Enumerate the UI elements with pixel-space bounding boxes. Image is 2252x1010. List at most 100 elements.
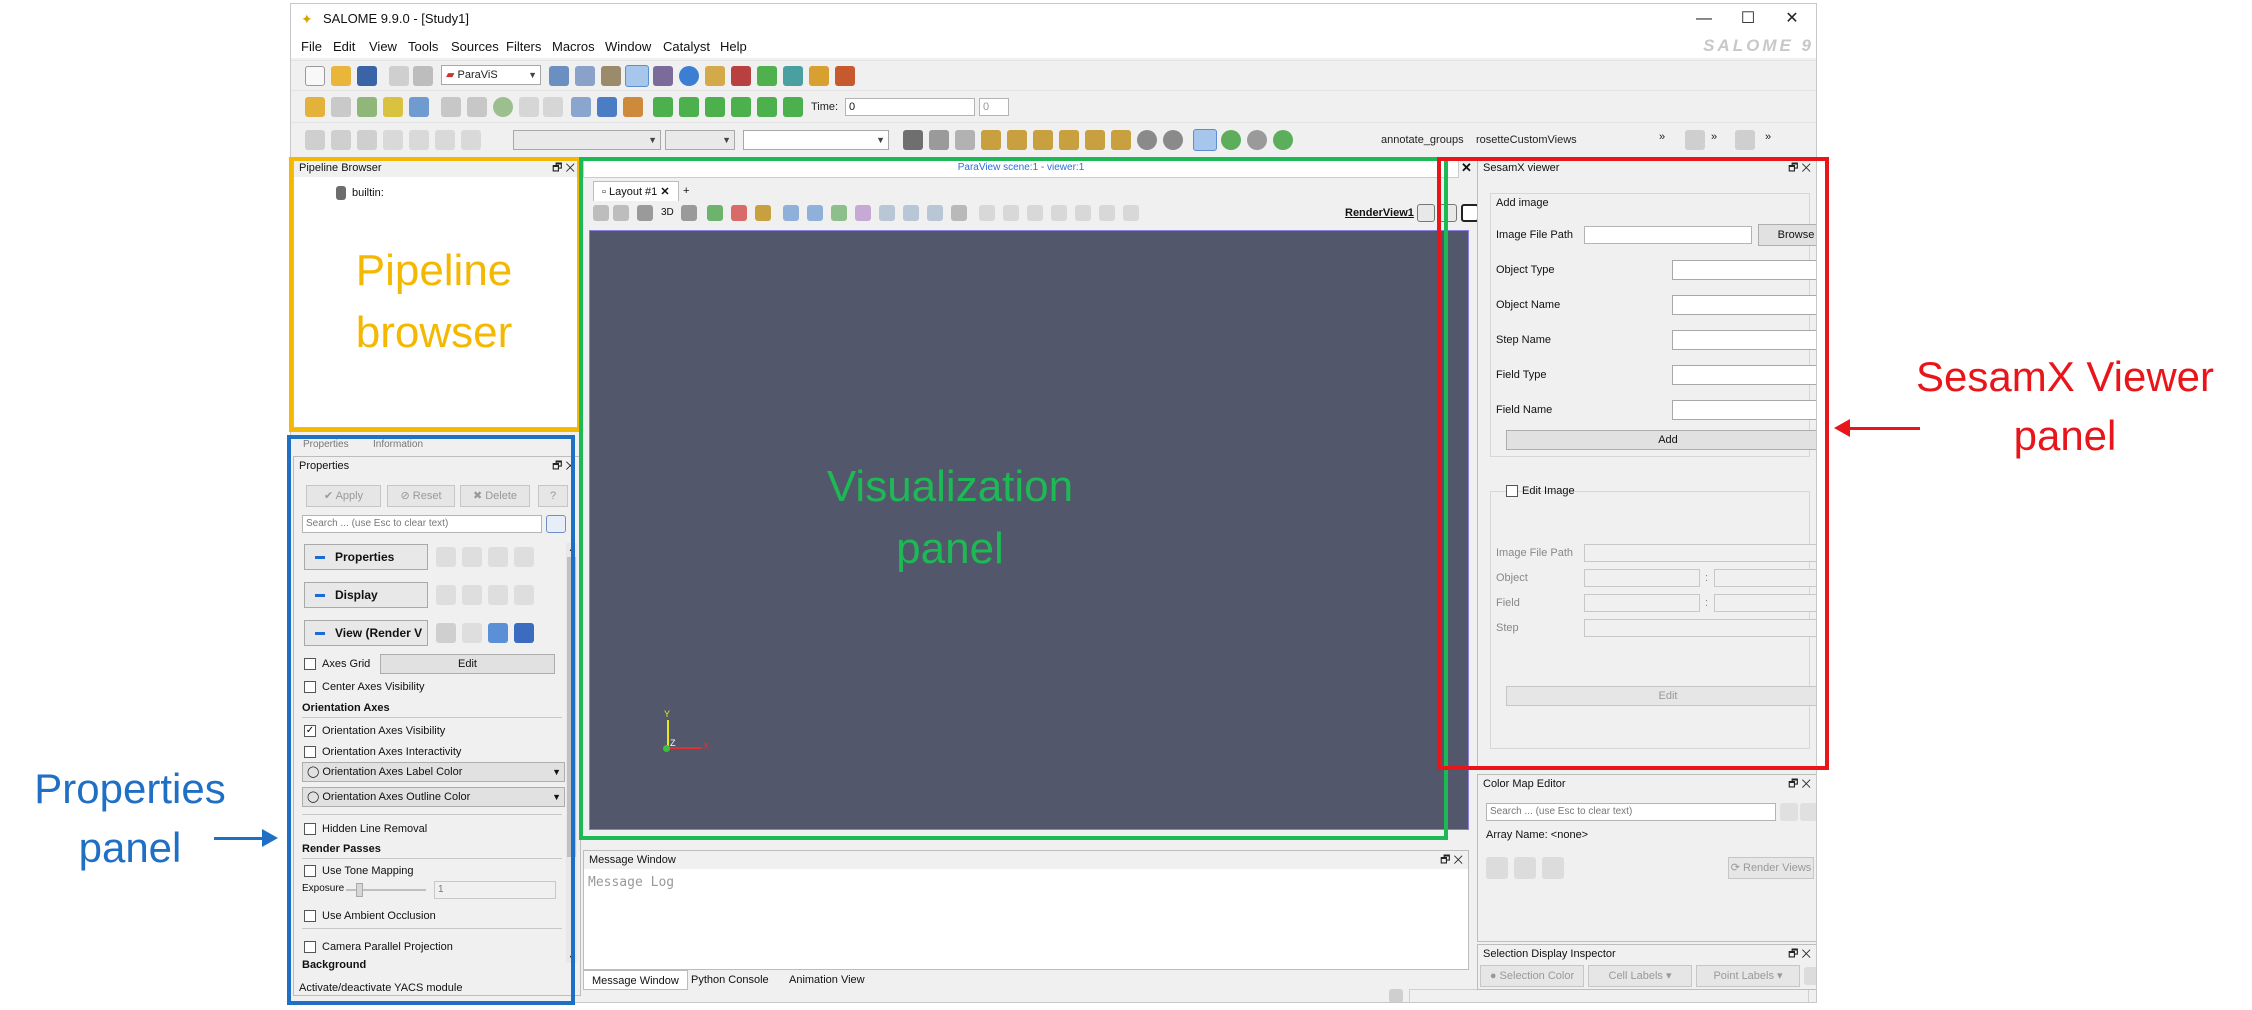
tool-icon[interactable]	[305, 130, 325, 150]
menu-macros[interactable]: Macros	[552, 39, 595, 54]
colormap-search-input[interactable]: Search ... (use Esc to clear text)	[1486, 803, 1776, 821]
rescale-icon[interactable]	[1514, 857, 1536, 879]
menu-catalyst[interactable]: Catalyst	[663, 39, 710, 54]
play-icon[interactable]	[705, 97, 725, 117]
float-icon[interactable]: 🗗	[1440, 854, 1450, 866]
representation-combo[interactable]: ▼	[743, 130, 889, 150]
module-icon[interactable]	[653, 66, 673, 86]
view-minus-y-icon[interactable]	[1059, 130, 1079, 150]
save-icon[interactable]	[357, 66, 377, 86]
variable-combo[interactable]: ▼	[513, 130, 661, 150]
camera-redo-icon[interactable]	[597, 97, 617, 117]
palette-icon[interactable]	[623, 97, 643, 117]
view-minus-z-icon[interactable]	[1111, 130, 1131, 150]
module-icon[interactable]	[705, 66, 725, 86]
close-icon[interactable]: ✕	[1453, 854, 1463, 866]
menu-file[interactable]: File	[301, 39, 322, 54]
reset-camera-icon[interactable]	[903, 130, 923, 150]
render-views-button[interactable]: ⟳ Render Views	[1728, 857, 1814, 879]
time-input[interactable]: 0	[845, 98, 975, 116]
view-plus-x-icon[interactable]	[981, 130, 1001, 150]
tab-message-window[interactable]: Message Window	[583, 970, 688, 990]
first-frame-icon[interactable]	[653, 97, 673, 117]
disconnect-icon[interactable]	[409, 97, 429, 117]
chevron-right-icon[interactable]: »	[1765, 131, 1771, 143]
float-icon[interactable]: 🗗	[1788, 948, 1798, 960]
menu-edit[interactable]: Edit	[333, 39, 355, 54]
refresh-icon[interactable]	[1273, 130, 1293, 150]
tool-icon[interactable]	[1735, 130, 1755, 150]
component-combo[interactable]: ▼	[665, 130, 735, 150]
refresh-icon[interactable]	[1247, 130, 1267, 150]
close-icon[interactable]: ✕	[1801, 778, 1811, 790]
module-icon[interactable]	[783, 66, 803, 86]
module-icon[interactable]	[809, 66, 829, 86]
tool-icon[interactable]	[409, 130, 429, 150]
interaction-mode-icon[interactable]	[1193, 129, 1217, 151]
module-icon[interactable]	[835, 66, 855, 86]
tool-icon[interactable]	[357, 130, 377, 150]
abort-icon[interactable]	[1389, 989, 1403, 1002]
macro-icon[interactable]	[467, 97, 487, 117]
rotate-icon[interactable]	[1137, 130, 1157, 150]
rotate-icon[interactable]	[1163, 130, 1183, 150]
camera-undo-icon[interactable]	[571, 97, 591, 117]
previous-frame-icon[interactable]	[679, 97, 699, 117]
close-icon[interactable]: ✕	[1770, 6, 1814, 32]
annotate-groups-button[interactable]: annotate_groups	[1381, 134, 1464, 146]
rosette-custom-views-button[interactable]: rosetteCustomViews	[1476, 134, 1577, 146]
undo-icon[interactable]	[519, 97, 539, 117]
menu-help[interactable]: Help	[720, 39, 747, 54]
tool-icon[interactable]	[435, 130, 455, 150]
connect-icon[interactable]	[383, 97, 403, 117]
globe-icon[interactable]	[679, 66, 699, 86]
selection-color-button[interactable]: ● Selection Color	[1480, 965, 1584, 987]
cell-labels-button[interactable]: Cell Labels ▾	[1588, 965, 1692, 987]
timer-icon[interactable]	[493, 97, 513, 117]
module-icon[interactable]	[575, 66, 595, 86]
dump-view-icon[interactable]	[549, 66, 569, 86]
last-frame-icon[interactable]	[757, 97, 777, 117]
new-document-icon[interactable]	[305, 66, 325, 86]
close-icon[interactable]: ✕	[1801, 948, 1811, 960]
tab-animation-view[interactable]: Animation View	[781, 970, 873, 990]
view-plus-y-icon[interactable]	[1033, 130, 1053, 150]
refresh-icon[interactable]	[1221, 130, 1241, 150]
paste-icon[interactable]	[413, 66, 433, 86]
menu-filters[interactable]: Filters	[506, 39, 541, 54]
gear-icon[interactable]	[1780, 803, 1798, 821]
tool-icon[interactable]	[331, 130, 351, 150]
rescale-icon[interactable]	[1542, 857, 1564, 879]
menu-window[interactable]: Window	[605, 39, 651, 54]
macro-icon[interactable]	[441, 97, 461, 117]
menu-tools[interactable]: Tools	[408, 39, 438, 54]
tool-icon[interactable]	[461, 130, 481, 150]
tool-icon[interactable]	[383, 130, 403, 150]
zoom-box-icon[interactable]	[955, 130, 975, 150]
view-plus-z-icon[interactable]	[1085, 130, 1105, 150]
zoom-data-icon[interactable]	[929, 130, 949, 150]
module-combo[interactable]: ▰ ParaViS ▼	[441, 65, 541, 85]
module-icon[interactable]	[757, 66, 777, 86]
tool-icon[interactable]	[1800, 803, 1816, 821]
calculator-icon[interactable]	[1685, 130, 1705, 150]
minimize-icon[interactable]: —	[1682, 6, 1726, 32]
load-state-icon[interactable]	[331, 97, 351, 117]
loop-icon[interactable]	[783, 97, 803, 117]
float-icon[interactable]: 🗗	[1788, 778, 1798, 790]
message-log-placeholder[interactable]: Message Log	[588, 875, 674, 890]
rescale-icon[interactable]	[1486, 857, 1508, 879]
open-folder-icon[interactable]	[331, 66, 351, 86]
module-icon[interactable]	[601, 66, 621, 86]
menu-sources[interactable]: Sources	[451, 39, 499, 54]
next-frame-icon[interactable]	[731, 97, 751, 117]
module-icon[interactable]	[731, 66, 751, 86]
copy-icon[interactable]	[389, 66, 409, 86]
chevron-right-icon[interactable]: »	[1659, 131, 1665, 143]
open-data-icon[interactable]	[305, 97, 325, 117]
view-minus-x-icon[interactable]	[1007, 130, 1027, 150]
tool-icon[interactable]	[1804, 967, 1816, 985]
time-step-spinbox[interactable]: 0	[979, 98, 1009, 116]
menu-view[interactable]: View	[369, 39, 397, 54]
paravis-module-icon[interactable]	[625, 65, 649, 87]
